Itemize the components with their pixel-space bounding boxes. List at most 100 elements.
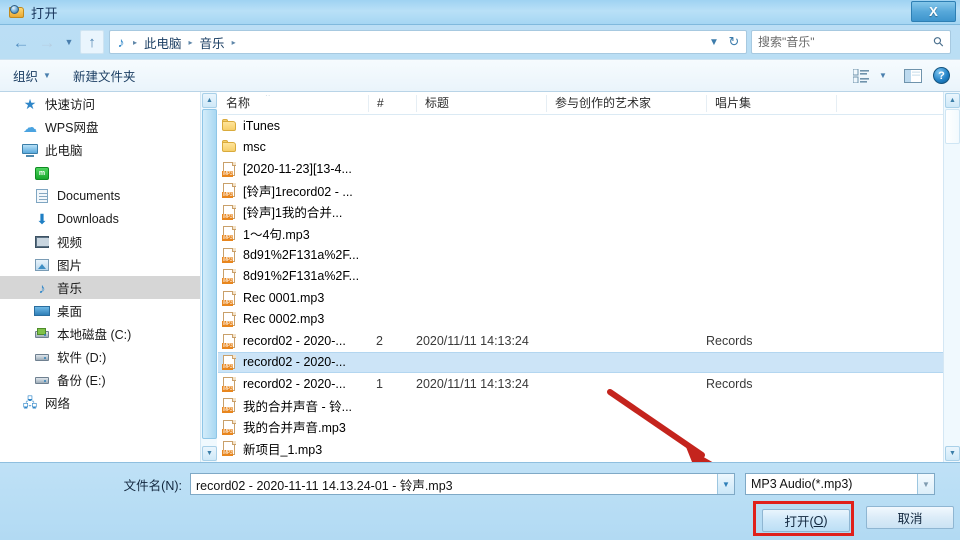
network-icon: 🖧: [22, 394, 38, 410]
file-name-label: 1～4句.mp3: [243, 227, 310, 242]
column-header-label: 参与创作的艺术家: [555, 95, 652, 110]
pictures-icon: [34, 257, 50, 273]
file-name-cell: msc: [218, 139, 368, 155]
sidebar-item-app-3[interactable]: m: [0, 161, 200, 184]
cancel-button[interactable]: 取消: [866, 506, 954, 529]
chevron-down-icon[interactable]: ▼: [704, 31, 724, 53]
sidebar-item-网络[interactable]: 🖧 网络: [0, 391, 200, 414]
table-row[interactable]: MP3 我的合并声音 - 铃...: [218, 395, 943, 417]
organize-label: 组织: [13, 70, 39, 84]
sidebar-item-label: 软件 (D:): [57, 351, 107, 365]
table-row[interactable]: MP3 [铃声]1record02 - ...: [218, 180, 943, 202]
mp3-file-icon: MP3: [222, 161, 237, 177]
filename-input[interactable]: [191, 474, 717, 494]
sidebar-item-音乐[interactable]: ♪ 音乐: [0, 276, 200, 299]
table-row[interactable]: MP3 Rec 0001.mp3: [218, 287, 943, 309]
organize-button[interactable]: 组织 ▼: [4, 62, 60, 89]
table-row[interactable]: MP3 8d91%2F131a%2F...: [218, 244, 943, 266]
window-title: 打开: [31, 5, 59, 21]
table-row[interactable]: MP3 [2020-11-23][13-4...: [218, 158, 943, 180]
filetype-dropdown-icon[interactable]: ▼: [917, 474, 934, 494]
column-header-唱片集[interactable]: 唱片集: [706, 94, 836, 112]
sidebar-scroll-thumb[interactable]: [202, 109, 217, 439]
file-name-label: iTunes: [243, 118, 281, 133]
scroll-up-icon[interactable]: ▲: [202, 93, 217, 108]
videos-icon: [34, 234, 50, 250]
scroll-down-icon[interactable]: ▼: [945, 446, 960, 461]
open-button-highlight: 打开(O): [753, 501, 854, 536]
table-row[interactable]: msc: [218, 137, 943, 159]
sidebar-item-桌面[interactable]: 桌面: [0, 299, 200, 322]
sidebar-item-Documents[interactable]: Documents: [0, 184, 200, 207]
breadcrumb-item-0[interactable]: 此电脑: [140, 33, 186, 52]
folder-icon: [222, 118, 237, 134]
search-box[interactable]: ⚲: [751, 30, 951, 54]
close-button[interactable]: X: [911, 1, 956, 22]
mp3-file-icon: MP3: [222, 333, 237, 349]
help-icon[interactable]: ?: [933, 67, 950, 84]
mp3-file-icon: MP3: [222, 204, 237, 220]
file-name-cell: MP3 record02 - 2020-...: [218, 376, 368, 392]
back-arrow-icon[interactable]: ←: [8, 29, 34, 55]
open-file-dialog: 打开 X ← → ▼ ↑ ♪ ▸ 此电脑 ▸ 音乐 ▸ ▼ ↻ ⚲ 组织: [0, 0, 960, 540]
column-header-标题[interactable]: 标题: [416, 94, 546, 112]
sidebar-item-备份 (E:)[interactable]: 备份 (E:): [0, 368, 200, 391]
file-list-scroll-thumb[interactable]: [945, 109, 960, 144]
breadcrumb-item-1[interactable]: 音乐: [196, 33, 229, 52]
table-row[interactable]: MP3 新项目_1.mp3: [218, 438, 943, 460]
column-header-参与创作的艺术家[interactable]: 参与创作的艺术家: [546, 94, 706, 112]
mp3-file-icon: MP3: [222, 311, 237, 328]
table-row[interactable]: MP3 1～4句.mp3: [218, 223, 943, 245]
refresh-icon[interactable]: ↻: [724, 31, 744, 53]
open-folder-icon: [9, 4, 25, 20]
filename-field[interactable]: ▼: [190, 473, 735, 495]
filename-row: 文件名(N): ▼ MP3 Audio(*.mp3) ▼: [0, 471, 960, 497]
table-row[interactable]: MP3 record02 - 2020-... 2 2020/11/11 14:13:…: [218, 330, 943, 352]
file-name-label: 我的合并声音 - 铃...: [243, 399, 353, 414]
open-button[interactable]: 打开(O): [762, 509, 850, 532]
sidebar-item-此电脑[interactable]: 此电脑: [0, 138, 200, 161]
table-row[interactable]: MP3 Rec 0002.mp3: [218, 309, 943, 331]
green-app-icon: m: [34, 165, 50, 181]
search-input[interactable]: [758, 35, 935, 49]
column-header-名称[interactable]: 名称 ⌃: [218, 95, 368, 112]
table-row[interactable]: MP3 [铃声]1我的合并...: [218, 201, 943, 223]
preview-pane-icon[interactable]: [903, 67, 923, 85]
file-name-cell: iTunes: [218, 118, 368, 134]
breadcrumb-separator-0[interactable]: ▸: [130, 38, 140, 47]
scroll-up-icon[interactable]: ▲: [945, 93, 960, 108]
filename-dropdown-icon[interactable]: ▼: [717, 474, 734, 494]
table-row[interactable]: MP3 record02 - 2020-...: [218, 351, 943, 373]
sidebar-item-软件 (D:)[interactable]: 软件 (D:): [0, 345, 200, 368]
breadcrumb-separator-2[interactable]: ▸: [229, 38, 239, 47]
breadcrumb-separator-1[interactable]: ▸: [186, 38, 196, 47]
sidebar-item-图片[interactable]: 图片: [0, 253, 200, 276]
view-list-icon[interactable]: [851, 67, 871, 85]
sidebar-item-快速访问[interactable]: ★ 快速访问: [0, 92, 200, 115]
table-row[interactable]: MP3 record02 - 2020-... 1 2020/11/11 14:13:…: [218, 373, 943, 395]
filetype-select[interactable]: MP3 Audio(*.mp3) ▼: [745, 473, 935, 495]
table-row[interactable]: iTunes: [218, 115, 943, 137]
sidebar-item-WPS网盘[interactable]: ☁ WPS网盘: [0, 115, 200, 138]
sidebar-scrollbar[interactable]: ▲ ▼: [200, 92, 217, 462]
forward-arrow-icon[interactable]: →: [34, 29, 60, 55]
scroll-down-icon[interactable]: ▼: [202, 446, 217, 461]
up-arrow-icon[interactable]: ↑: [80, 30, 104, 54]
mp3-file-icon: MP3: [222, 376, 237, 392]
window-buttons: X: [911, 0, 960, 25]
new-folder-button[interactable]: 新建文件夹: [64, 62, 145, 89]
breadcrumb[interactable]: ♪ ▸ 此电脑 ▸ 音乐 ▸ ▼ ↻: [109, 30, 747, 54]
file-list-scrollbar[interactable]: ▲ ▼: [943, 92, 960, 462]
sidebar-item-Downloads[interactable]: ⬇ Downloads: [0, 207, 200, 230]
music-note-icon: ♪: [117, 34, 125, 50]
sidebar-item-本地磁盘 (C:)[interactable]: 本地磁盘 (C:): [0, 322, 200, 345]
chevron-down-icon[interactable]: ▼: [60, 29, 78, 55]
chevron-down-icon[interactable]: ▼: [873, 67, 893, 85]
table-row[interactable]: MP3 我的合并声音.mp3: [218, 416, 943, 438]
column-header-#[interactable]: #: [368, 94, 416, 112]
sidebar-item-视频[interactable]: 视频: [0, 230, 200, 253]
table-row[interactable]: MP3 8d91%2F131a%2F...: [218, 266, 943, 288]
track-number-cell: 1: [376, 376, 383, 391]
navigation-bar: ← → ▼ ↑ ♪ ▸ 此电脑 ▸ 音乐 ▸ ▼ ↻ ⚲: [0, 25, 960, 59]
computer-icon: [22, 142, 38, 158]
